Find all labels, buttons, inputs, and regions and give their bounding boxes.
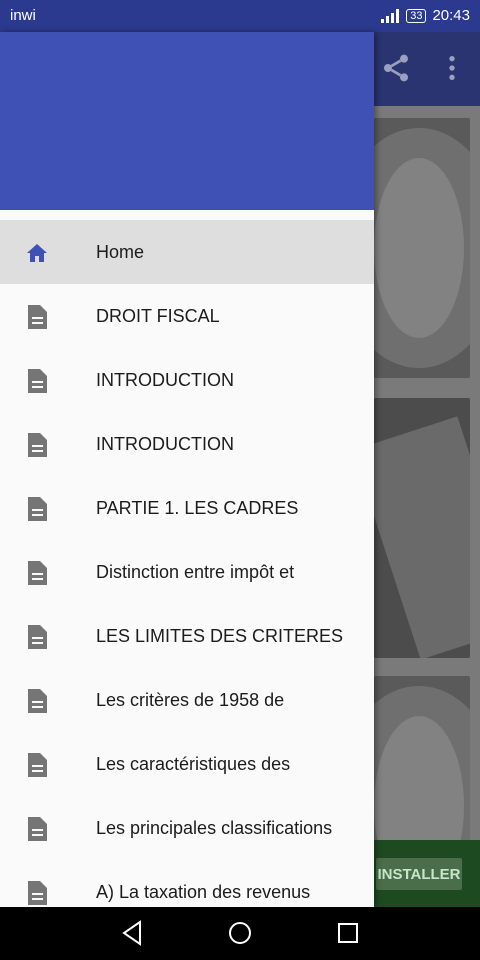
document-icon	[28, 433, 47, 457]
menu-item-label: Distinction entre impôt et	[96, 562, 295, 582]
more-vert-icon[interactable]	[436, 52, 468, 84]
home-nav-icon[interactable]	[226, 919, 254, 947]
menu-item-label: Les caractéristiques des	[96, 754, 291, 774]
menu-item[interactable]: PARTIE 1. LES CADRES	[0, 476, 374, 540]
install-button[interactable]: INSTALLER	[376, 858, 462, 890]
menu-item-label: Les critères de 1958 de	[96, 690, 285, 710]
carrier-name: inwi	[10, 7, 36, 24]
menu-item-label: Home	[96, 242, 145, 262]
signal-icon	[381, 8, 400, 23]
document-icon	[28, 305, 47, 329]
drawer-header	[0, 32, 374, 210]
article-thumbnail[interactable]	[374, 398, 470, 658]
menu-item-home[interactable]: Home	[0, 220, 374, 284]
system-nav-bar	[0, 907, 480, 960]
share-icon[interactable]	[380, 52, 412, 84]
menu-item[interactable]: INTRODUCTION	[0, 412, 374, 476]
menu-item[interactable]: DROIT FISCAL	[0, 284, 374, 348]
menu-item-label: Les principales classifications	[96, 818, 333, 838]
menu-item[interactable]: Les principales classifications	[0, 796, 374, 860]
navigation-drawer: Home DROIT FISCAL INTRODUCTION INTRODUCT…	[0, 32, 374, 907]
menu-item[interactable]: LES LIMITES DES CRITERES	[0, 604, 374, 668]
back-icon[interactable]	[118, 919, 146, 947]
document-icon	[28, 561, 47, 585]
menu-item[interactable]: Les critères de 1958 de	[0, 668, 374, 732]
document-icon	[28, 689, 47, 713]
menu-item-label: INTRODUCTION	[96, 370, 234, 390]
drawer-menu: Home DROIT FISCAL INTRODUCTION INTRODUCT…	[0, 220, 374, 907]
status-bar: inwi 33 20:43	[0, 0, 480, 32]
article-thumbnail[interactable]	[374, 118, 470, 378]
menu-item[interactable]: INTRODUCTION	[0, 348, 374, 412]
document-icon	[28, 625, 47, 649]
menu-item-label: PARTIE 1. LES CADRES	[96, 498, 299, 518]
menu-item-label: LES LIMITES DES CRITERES	[96, 626, 344, 646]
document-icon	[28, 753, 47, 777]
home-icon	[27, 244, 47, 262]
menu-item[interactable]: Les caractéristiques des	[0, 732, 374, 796]
menu-item[interactable]: Distinction entre impôt et	[0, 540, 374, 604]
document-icon	[28, 369, 47, 393]
clock: 20:43	[432, 7, 470, 24]
status-icons: 33 20:43	[380, 7, 470, 24]
menu-item-label: DROIT FISCAL	[96, 306, 220, 326]
menu-item-label: A) La taxation des revenus	[96, 882, 311, 902]
menu-item[interactable]: A) La taxation des revenus	[0, 860, 374, 907]
battery-indicator: 33	[406, 8, 427, 23]
document-icon	[28, 817, 47, 841]
document-icon	[28, 497, 47, 521]
recents-icon[interactable]	[334, 919, 362, 947]
document-icon	[28, 881, 47, 905]
menu-item-label: INTRODUCTION	[96, 434, 234, 454]
